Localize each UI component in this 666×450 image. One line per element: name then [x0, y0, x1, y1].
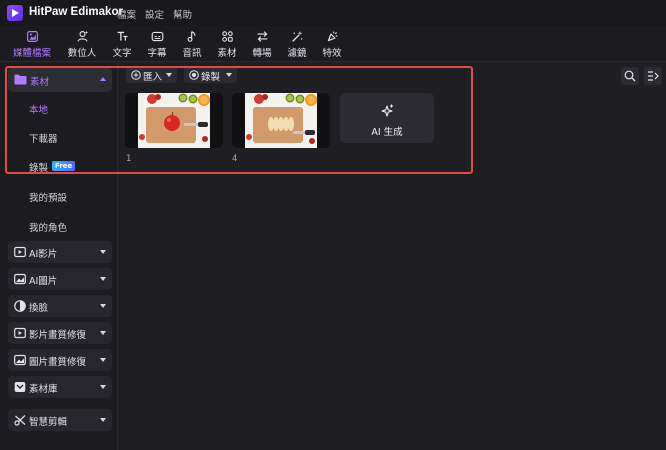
- list-view-button[interactable]: [644, 67, 662, 85]
- chevron-down-icon: [100, 304, 106, 308]
- tab-subtitle[interactable]: 字幕: [144, 29, 170, 59]
- menu-settings[interactable]: 設定: [145, 7, 164, 21]
- sidebar-item-record[interactable]: 錄製: [29, 160, 48, 174]
- tab-audio[interactable]: 音訊: [179, 29, 205, 59]
- chevron-down-icon: [100, 250, 106, 254]
- folder-icon: [14, 74, 27, 85]
- sidebar-group-library[interactable]: 素材庫: [8, 376, 112, 398]
- record-icon: [189, 70, 199, 80]
- title-bar: HitPaw Edimakor 檔案 設定 幫助: [0, 0, 666, 26]
- chevron-down-icon: [100, 418, 106, 422]
- digital-human-icon: [76, 30, 88, 42]
- face-swap-icon: [14, 300, 26, 312]
- app-title: HitPaw Edimakor: [29, 6, 123, 18]
- app-logo-icon: [7, 5, 23, 21]
- media-panel: 匯入 錄製 1 4 AI 生成: [119, 63, 666, 450]
- subtitle-icon: [151, 31, 163, 42]
- image-enhance-icon: [14, 354, 26, 366]
- chevron-down-icon: [100, 385, 106, 389]
- apple-cutting-image: [138, 93, 210, 148]
- main-toolbar: 媒體檔案 數位人 文字 字幕 音訊 素材 轉場 濾鏡 特效: [0, 26, 666, 62]
- transition-icon: [257, 31, 267, 42]
- tab-material[interactable]: 素材: [214, 29, 240, 59]
- sidebar-item-downloader[interactable]: 下載器: [29, 131, 58, 145]
- effects-icon: [327, 31, 338, 42]
- text-icon: [117, 31, 127, 41]
- sidebar-group-image-enhance[interactable]: 圖片畫質修復: [8, 349, 112, 371]
- search-button[interactable]: [621, 67, 639, 85]
- media-thumbnail[interactable]: [232, 93, 330, 148]
- chevron-down-icon: [226, 73, 232, 77]
- chevron-down-icon: [100, 277, 106, 281]
- tab-digital-human[interactable]: 數位人: [63, 29, 101, 59]
- sidebar: 素材 本地 下載器 錄製 Free 我的預設 我的角色 AI影片 AI圖片 換臉…: [0, 63, 118, 450]
- sidebar-group-smart-cut[interactable]: 智慧剪輯: [8, 409, 112, 431]
- chevron-down-icon: [100, 331, 106, 335]
- media-icon: [26, 31, 38, 42]
- import-dropdown[interactable]: 匯入: [126, 67, 177, 83]
- library-icon: [14, 382, 26, 392]
- sidebar-header-material[interactable]: 素材: [8, 68, 112, 92]
- chevron-up-icon: [100, 77, 106, 81]
- sidebar-group-video-enhance[interactable]: 影片畫質修復: [8, 322, 112, 344]
- sidebar-item-my-presets[interactable]: 我的預設: [29, 190, 67, 204]
- search-icon: [624, 70, 636, 82]
- tab-effects[interactable]: 特效: [319, 29, 345, 59]
- add-circle-icon: [131, 70, 141, 80]
- ai-image-icon: [14, 273, 26, 285]
- media-thumbnail[interactable]: [125, 93, 223, 148]
- thumbnail-caption: 1: [126, 154, 132, 164]
- chevron-down-icon: [100, 358, 106, 362]
- material-icon: [221, 31, 233, 42]
- apple-slices-image: [245, 93, 317, 148]
- sidebar-group-ai-image[interactable]: AI圖片: [8, 268, 112, 290]
- record-dropdown[interactable]: 錄製: [184, 67, 237, 83]
- thumbnail-caption: 4: [232, 154, 238, 164]
- sidebar-group-ai-video[interactable]: AI影片: [8, 241, 112, 263]
- tab-text[interactable]: 文字: [109, 29, 135, 59]
- smart-cut-icon: [14, 415, 26, 426]
- chevron-down-icon: [166, 73, 172, 77]
- menu-help[interactable]: 幫助: [173, 7, 192, 21]
- free-badge: Free: [52, 161, 76, 171]
- sidebar-group-face-swap[interactable]: 換臉: [8, 295, 112, 317]
- filter-icon: [291, 30, 302, 42]
- ai-video-icon: [14, 246, 26, 258]
- audio-icon: [187, 31, 196, 42]
- sidebar-item-my-characters[interactable]: 我的角色: [29, 220, 67, 234]
- sidebar-item-local[interactable]: 本地: [29, 102, 48, 116]
- sparkle-add-icon: [381, 104, 393, 117]
- list-view-icon: [648, 71, 659, 81]
- tab-media[interactable]: 媒體檔案: [8, 29, 56, 59]
- ai-generate-button[interactable]: AI 生成: [340, 93, 434, 143]
- tab-filter[interactable]: 濾鏡: [284, 29, 310, 59]
- menu-file[interactable]: 檔案: [117, 7, 136, 21]
- tab-transition[interactable]: 轉場: [249, 29, 275, 59]
- video-enhance-icon: [14, 327, 26, 339]
